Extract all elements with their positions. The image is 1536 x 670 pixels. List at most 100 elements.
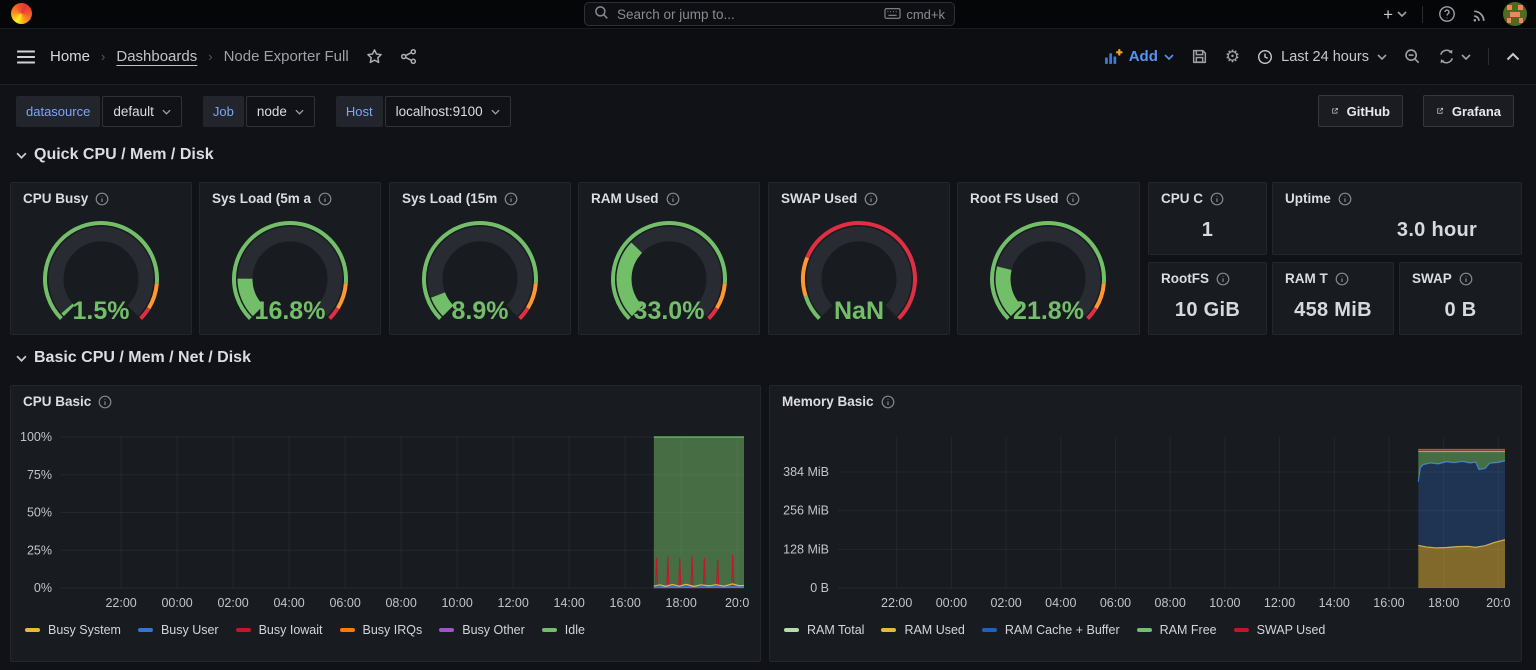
info-icon[interactable] [864,192,878,206]
info-icon[interactable] [881,395,895,409]
grafana-link-button[interactable]: Grafana [1423,95,1514,127]
panel-rootfs-total: RootFS 10 GiB [1148,262,1267,335]
info-icon[interactable] [1066,192,1080,206]
github-link-button[interactable]: GitHub [1318,95,1403,127]
memory-basic-chart[interactable]: 0 B128 MiB256 MiB384 MiB22:0000:0002:000… [770,422,1521,618]
info-icon[interactable] [95,192,109,206]
svg-text:10:00: 10:00 [1209,596,1240,610]
host-label[interactable]: Host [336,96,383,127]
svg-text:04:00: 04:00 [273,596,304,610]
variables-row: datasource default Job node Host localho… [16,96,511,127]
panel-title: Root FS Used [970,191,1059,206]
share-icon[interactable] [400,48,417,65]
job-select[interactable]: node [246,96,315,127]
legend-item[interactable]: RAM Total [784,623,864,637]
info-icon[interactable] [1216,272,1230,286]
info-icon[interactable] [1335,272,1349,286]
legend-item[interactable]: RAM Cache + Buffer [982,623,1120,637]
panel-title: Memory Basic [782,394,874,409]
info-icon[interactable] [666,192,680,206]
add-panel-button[interactable]: Add [1104,48,1174,65]
legend-swatch [1234,628,1249,632]
collapse-chevron-up-icon[interactable] [1506,52,1520,61]
legend-item[interactable]: Idle [542,623,585,637]
grafana-dashboard: Search or jump to... cmd+k + [0,0,1536,670]
news-rss-icon[interactable] [1471,6,1488,23]
legend-item[interactable]: Busy IRQs [340,623,423,637]
legend-label: Busy Other [462,623,525,637]
info-icon[interactable] [98,395,112,409]
legend-label: SWAP Used [1257,623,1326,637]
grafana-logo[interactable] [11,3,32,24]
cpu-basic-chart[interactable]: 0%25%50%75%100%22:0000:0002:0004:0006:00… [11,422,760,618]
job-label[interactable]: Job [203,96,244,127]
legend-swatch [439,628,454,632]
settings-gear-icon[interactable]: ⚙ [1225,47,1240,67]
info-icon[interactable] [1459,272,1473,286]
datasource-select[interactable]: default [102,96,182,127]
search-input[interactable]: Search or jump to... cmd+k [584,2,955,26]
zoom-out-icon[interactable] [1404,48,1421,65]
svg-text:22:00: 22:00 [105,596,136,610]
legend-item[interactable]: Busy Other [439,623,525,637]
host-select[interactable]: localhost:9100 [385,96,511,127]
panel-uptime: Uptime 3.0 hour [1272,182,1522,255]
panel-title: Sys Load (5m a [212,191,311,206]
breadcrumb-home[interactable]: Home [50,48,90,65]
panel-ram-used: RAM Used 33.0% [578,182,760,335]
info-icon[interactable] [318,192,332,206]
section-quick-cpu-mem-disk[interactable]: Quick CPU / Mem / Disk [16,146,214,164]
svg-text:06:00: 06:00 [1100,596,1131,610]
svg-text:384 MiB: 384 MiB [783,465,829,479]
breadcrumb-separator: › [208,49,212,64]
panel-title: RootFS [1161,271,1209,286]
panel-title: CPU C [1161,191,1203,206]
stat-value: 3.0 hour [1353,219,1521,242]
svg-text:08:00: 08:00 [385,596,416,610]
gauge-value: 21.8% [958,297,1139,326]
legend-item[interactable]: Busy System [25,623,121,637]
legend-item[interactable]: Busy User [138,623,219,637]
legend-item[interactable]: RAM Used [881,623,964,637]
legend-item[interactable]: Busy Iowait [236,623,323,637]
time-range-label: Last 24 hours [1281,49,1369,65]
panel-sys-load-15m: Sys Load (15m 8.9% [389,182,571,335]
info-icon[interactable] [504,192,518,206]
panel-swap-total: SWAP 0 B [1399,262,1522,335]
legend-item[interactable]: SWAP Used [1234,623,1326,637]
help-icon[interactable] [1438,5,1456,23]
panel-title: SWAP Used [781,191,857,206]
svg-text:0%: 0% [34,581,52,595]
legend-swatch [25,628,40,632]
new-menu-button[interactable]: + [1383,6,1407,23]
svg-text:14:00: 14:00 [554,596,585,610]
svg-text:100%: 100% [20,430,52,444]
star-icon[interactable] [366,48,383,65]
hamburger-menu-icon[interactable] [16,49,36,65]
breadcrumb-dashboards[interactable]: Dashboards [116,48,197,65]
time-range-picker[interactable]: Last 24 hours [1257,49,1387,65]
chevron-down-icon [1164,54,1174,60]
search-placeholder: Search or jump to... [617,7,735,22]
cpu-basic-legend: Busy System Busy User Busy Iowait Busy IRQs… [25,623,585,637]
svg-text:22:00: 22:00 [881,596,912,610]
svg-text:16:00: 16:00 [610,596,641,610]
variable-datasource: datasource default [16,96,182,127]
legend-label: RAM Used [904,623,964,637]
save-dashboard-icon[interactable] [1191,48,1208,65]
info-icon[interactable] [1338,192,1352,206]
datasource-label[interactable]: datasource [16,96,100,127]
chevron-down-icon [16,152,27,159]
svg-text:20:0: 20:0 [725,596,749,610]
section-basic-cpu-mem-net-disk[interactable]: Basic CPU / Mem / Net / Disk [16,349,251,367]
user-avatar[interactable] [1503,2,1527,26]
legend-swatch [881,628,896,632]
add-label: Add [1129,48,1158,65]
panel-title: CPU Busy [23,191,88,206]
svg-text:00:00: 00:00 [161,596,192,610]
legend-item[interactable]: RAM Free [1137,623,1217,637]
chevron-down-icon [162,109,171,115]
bar-chart-add-icon [1104,48,1123,65]
refresh-icon[interactable] [1438,48,1471,65]
info-icon[interactable] [1210,192,1224,206]
